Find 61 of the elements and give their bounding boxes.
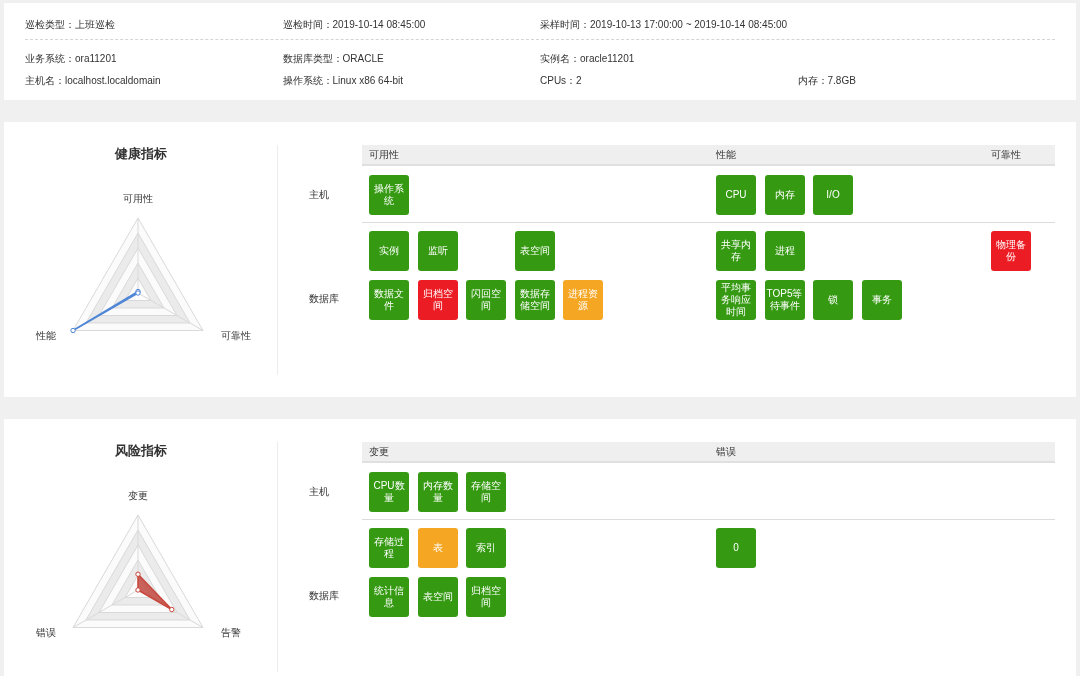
status-tile[interactable]: 进程资源 bbox=[563, 280, 603, 320]
status-tile[interactable]: 物理备份 bbox=[991, 231, 1031, 271]
status-tile[interactable]: 事务 bbox=[861, 280, 902, 320]
panel-title: 健康指标 bbox=[114, 146, 167, 161]
data-point bbox=[70, 327, 76, 334]
row-label: 主机 bbox=[309, 187, 329, 202]
status-tile[interactable]: 存储过程 bbox=[369, 528, 409, 568]
axis-label: 变更 bbox=[128, 489, 148, 501]
axis-label: 可用性 bbox=[123, 192, 153, 204]
status-tile[interactable]: 归档空间 bbox=[417, 280, 458, 320]
info-field: 内存：7.8GB bbox=[797, 70, 856, 92]
info-field: 巡检时间：2019-10-14 08:45:00 bbox=[282, 16, 426, 34]
status-tile[interactable]: 内存数量 bbox=[417, 472, 458, 512]
axis-label: 错误 bbox=[36, 626, 56, 638]
info-field: 操作系统：Linux x86 64-bit bbox=[282, 70, 404, 92]
panel-title: 风险指标 bbox=[114, 443, 167, 458]
status-tile[interactable]: 数据存储空间 bbox=[514, 280, 555, 320]
column-header: 可靠性 bbox=[991, 148, 1021, 160]
status-tile[interactable]: CPU数量 bbox=[369, 472, 409, 512]
status-tile[interactable]: 共享内存 bbox=[716, 231, 756, 271]
axis-label: 性能 bbox=[36, 329, 56, 341]
status-tile[interactable]: 进程 bbox=[764, 231, 805, 271]
status-tile[interactable]: 统计信息 bbox=[369, 577, 409, 617]
row-label: 数据库 bbox=[309, 292, 339, 306]
data-point bbox=[169, 606, 175, 613]
radar-area bbox=[137, 573, 173, 611]
status-tile[interactable]: 监听 bbox=[417, 231, 458, 271]
info-field: 业务系统：ora11201 bbox=[25, 48, 117, 70]
data-point bbox=[135, 587, 141, 593]
row-label: 数据库 bbox=[309, 589, 339, 603]
info-field: 主机名：localhost.localdomain bbox=[25, 70, 161, 92]
status-tile[interactable]: 操作系统 bbox=[369, 175, 409, 215]
axis-label: 告警 bbox=[221, 626, 241, 638]
info-field: 数据库类型：ORACLE bbox=[282, 48, 384, 70]
info-field: CPUs：2 bbox=[540, 70, 582, 92]
column-header: 性能 bbox=[716, 148, 736, 160]
status-tile[interactable]: 表 bbox=[417, 528, 458, 568]
data-point bbox=[135, 571, 141, 577]
status-tile[interactable]: CPU bbox=[716, 175, 756, 215]
status-tile[interactable]: 数据文件 bbox=[369, 280, 409, 320]
info-field: 巡检类型：上班巡检 bbox=[25, 16, 115, 34]
info-field: 实例名：oracle11201 bbox=[540, 48, 635, 70]
info-field: 采样时间：2019-10-13 17:00:00 ~ 2019-10-14 08:45:00 bbox=[540, 16, 788, 34]
status-tile[interactable]: 表空间 bbox=[514, 231, 555, 271]
column-header: 错误 bbox=[716, 445, 736, 457]
status-tile[interactable]: TOP5等待事件 bbox=[764, 280, 805, 320]
axis-label: 可靠性 bbox=[221, 329, 251, 341]
status-tile[interactable]: 0 bbox=[716, 528, 756, 568]
status-tile[interactable]: I/O bbox=[813, 175, 853, 215]
status-tile[interactable]: 平均事务响应时间 bbox=[716, 280, 756, 320]
column-header: 可用性 bbox=[369, 148, 399, 160]
column-header: 变更 bbox=[369, 445, 389, 457]
status-tile[interactable]: 表空间 bbox=[417, 577, 458, 617]
status-tile[interactable]: 归档空间 bbox=[466, 577, 506, 617]
status-tile[interactable]: 闪回空间 bbox=[466, 280, 506, 320]
status-tile[interactable]: 存储空间 bbox=[466, 472, 506, 512]
row-label: 主机 bbox=[309, 484, 329, 499]
status-tile[interactable]: 索引 bbox=[466, 528, 506, 568]
status-tile[interactable]: 内存 bbox=[764, 175, 805, 215]
status-tile[interactable]: 锁 bbox=[813, 280, 853, 320]
status-tile[interactable]: 实例 bbox=[369, 231, 409, 271]
